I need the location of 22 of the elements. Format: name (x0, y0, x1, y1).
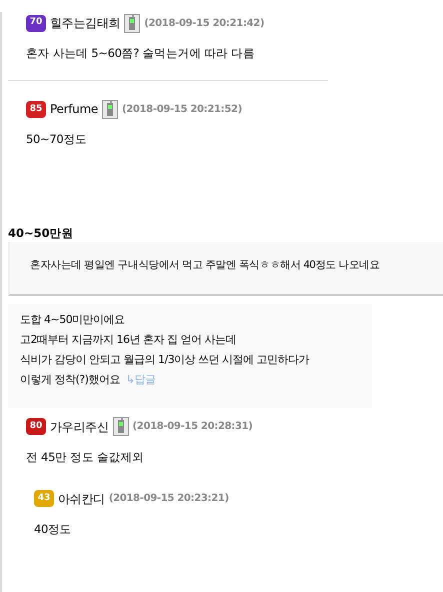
username[interactable]: 아쉬칸디 (58, 490, 105, 508)
level-badge: 43 (34, 490, 54, 508)
level-badge: 80 (26, 418, 46, 435)
comment-text: 40정도 (34, 520, 72, 538)
excerpt-line: 고2때부터 지금까지 16년 혼자 집 얻어 사는데 (20, 332, 237, 348)
level-badge: 85 (26, 100, 46, 118)
comment-date: (2018-09-15 20:28:31) (132, 420, 253, 434)
comment-text: 전 45만 정도 술값제외 (26, 448, 145, 466)
username[interactable]: Perfume (50, 100, 98, 118)
comment-text: 50~70정도 (26, 131, 88, 148)
comment-date: (2018-09-15 20:21:42) (144, 16, 264, 30)
heading: 40~50만원 (7, 224, 75, 242)
quote-text: 혼자사는데 평일엔 구내식당에서 먹고 주말엔 폭식ㅎㅎ해서 40정도 나오네요 (8, 242, 443, 296)
excerpt-line: 도합 4~50미만이에요 (20, 312, 126, 328)
excerpt-line: 식비가 감당이 안되고 월급의 1/3이상 쓰던 시절에 고민하다가 (20, 352, 310, 368)
comment-text: 혼자 사는데 5~60쯤? 술먹는거에 따라 다름 (26, 45, 256, 62)
excerpt-line: 이렇게 정착(?)했어요 (20, 372, 120, 386)
level-badge: 70 (26, 14, 46, 32)
username[interactable]: 힐주는김태희 (50, 14, 120, 32)
username[interactable]: 가우리주신 (50, 418, 109, 436)
comment-date: (2018-09-15 20:21:52) (122, 102, 242, 117)
comment-date: (2018-09-15 20:23:21) (108, 492, 229, 506)
